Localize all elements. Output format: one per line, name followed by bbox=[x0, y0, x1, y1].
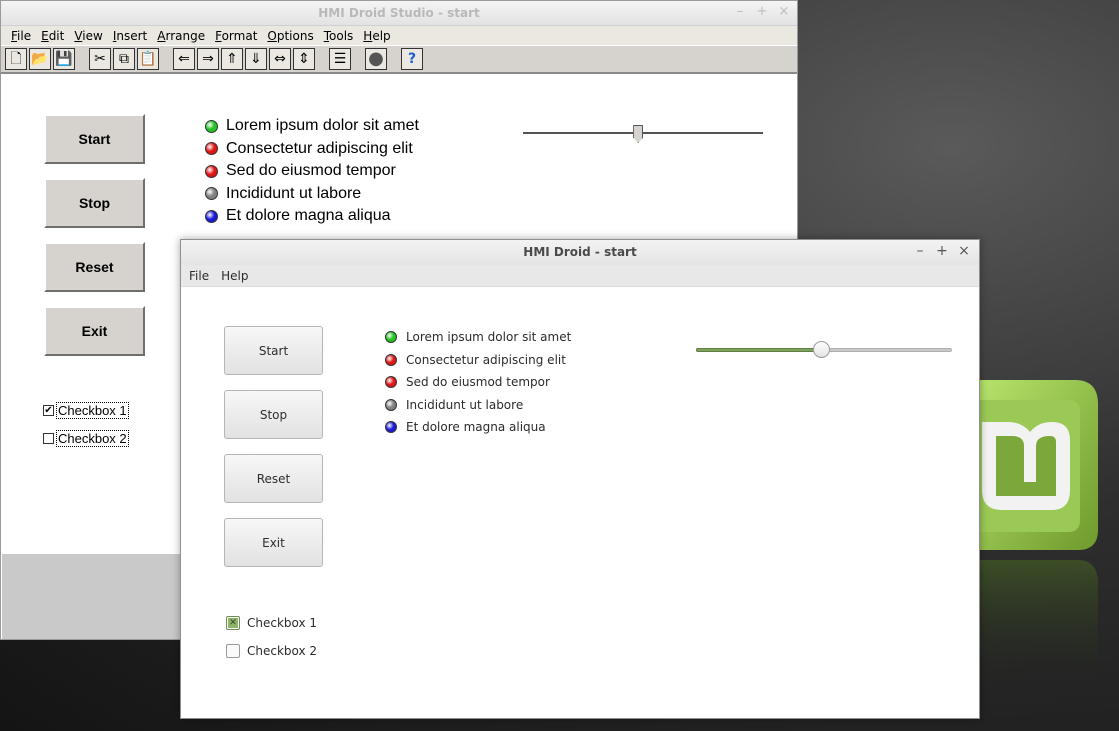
record-icon[interactable]: ● bbox=[365, 48, 387, 70]
arrow-left-icon[interactable]: ⇐ bbox=[173, 48, 195, 70]
led-row: Lorem ipsum dolor sit amet bbox=[205, 115, 419, 138]
droid-checkbox-1[interactable]: ✕ Checkbox 1 bbox=[226, 616, 317, 630]
arrow-right-icon[interactable]: ⇒ bbox=[197, 48, 219, 70]
checkbox-box[interactable] bbox=[226, 644, 240, 658]
checkbox-box[interactable]: ✔ bbox=[43, 405, 54, 416]
led-row: Et dolore magna aliqua bbox=[205, 205, 419, 228]
led-label: Lorem ipsum dolor sit amet bbox=[226, 117, 419, 135]
led-row: Sed do eiusmod tempor bbox=[205, 160, 419, 183]
led-label: Incididunt ut labore bbox=[406, 397, 524, 412]
checkbox-box[interactable]: ✕ bbox=[226, 616, 240, 630]
studio-reset-button[interactable]: Reset bbox=[44, 242, 145, 292]
studio-stop-button[interactable]: Stop bbox=[44, 178, 145, 228]
checkbox-label: Checkbox 1 bbox=[247, 616, 318, 630]
studio-checkbox-2[interactable]: Checkbox 2 bbox=[43, 430, 129, 447]
led-row: Sed do eiusmod tempor bbox=[385, 371, 571, 394]
menu-options[interactable]: Options bbox=[263, 29, 319, 43]
properties-icon[interactable]: ☰ bbox=[329, 48, 351, 70]
droid-window: HMI Droid - start – + × File Help Start … bbox=[180, 239, 980, 719]
cut-icon[interactable]: ✂ bbox=[89, 48, 111, 70]
menu-view[interactable]: View bbox=[70, 29, 108, 43]
led-row: Lorem ipsum dolor sit amet bbox=[385, 326, 571, 349]
minimize-icon[interactable]: – bbox=[733, 4, 747, 19]
slider-thumb[interactable] bbox=[633, 125, 644, 143]
led-indicator-icon bbox=[205, 209, 218, 223]
led-label: Et dolore magna aliqua bbox=[406, 420, 546, 435]
led-row: Et dolore magna aliqua bbox=[385, 416, 571, 439]
slider-fill bbox=[696, 348, 822, 352]
led-indicator-icon bbox=[385, 398, 397, 411]
led-label: Incididunt ut labore bbox=[226, 184, 362, 202]
droid-start-button[interactable]: Start bbox=[224, 326, 323, 375]
checkbox-box[interactable] bbox=[43, 433, 54, 444]
menu-arrange[interactable]: Arrange bbox=[153, 29, 211, 43]
led-row: Consectetur adipiscing elit bbox=[385, 349, 571, 372]
droid-checkbox-2[interactable]: Checkbox 2 bbox=[226, 644, 317, 658]
menu-format[interactable]: Format bbox=[211, 29, 263, 43]
droid-titlebar[interactable]: HMI Droid - start – + × bbox=[181, 240, 979, 265]
studio-exit-button[interactable]: Exit bbox=[44, 306, 145, 356]
studio-start-button[interactable]: Start bbox=[44, 114, 145, 164]
led-indicator-icon bbox=[385, 353, 397, 366]
led-label: Sed do eiusmod tempor bbox=[406, 375, 550, 390]
maximize-icon[interactable]: + bbox=[935, 243, 949, 259]
arrow-up-icon[interactable]: ⇑ bbox=[221, 48, 243, 70]
new-file-icon[interactable]: 🗋 bbox=[5, 48, 27, 70]
menu-help[interactable]: Help bbox=[359, 29, 396, 43]
arrow-down-icon[interactable]: ⇓ bbox=[245, 48, 267, 70]
led-indicator-icon bbox=[385, 331, 397, 344]
led-label: Sed do eiusmod tempor bbox=[226, 162, 396, 180]
close-icon[interactable]: × bbox=[957, 243, 971, 259]
droid-menubar: File Help bbox=[181, 265, 979, 287]
studio-menubar: File Edit View Insert Arrange Format Opt… bbox=[1, 26, 797, 45]
menu-file[interactable]: File bbox=[189, 269, 209, 283]
studio-toolbar: 🗋 📂 💾 ✂ ⧉ 📋 ⇐ ⇒ ⇑ ⇓ ⇔ ⇕ ☰ ● ? bbox=[1, 45, 797, 74]
save-icon[interactable]: 💾 bbox=[53, 48, 75, 70]
led-row: Incididunt ut labore bbox=[205, 183, 419, 206]
arrow-horizontal-icon[interactable]: ⇔ bbox=[269, 48, 291, 70]
close-icon[interactable]: × bbox=[777, 4, 791, 19]
led-indicator-icon bbox=[205, 187, 218, 201]
open-folder-icon[interactable]: 📂 bbox=[29, 48, 51, 70]
slider-thumb[interactable] bbox=[813, 341, 831, 358]
droid-reset-button[interactable]: Reset bbox=[224, 454, 323, 503]
studio-titlebar[interactable]: HMI Droid Studio - start – + × bbox=[1, 1, 797, 26]
led-label: Lorem ipsum dolor sit amet bbox=[406, 330, 572, 345]
linux-mint-logo-icon bbox=[980, 380, 1098, 700]
copy-icon[interactable]: ⧉ bbox=[113, 48, 135, 70]
led-indicator-icon bbox=[205, 164, 218, 178]
paste-icon[interactable]: 📋 bbox=[137, 48, 159, 70]
led-label: Et dolore magna aliqua bbox=[226, 207, 391, 225]
led-label: Consectetur adipiscing elit bbox=[406, 352, 566, 367]
droid-exit-button[interactable]: Exit bbox=[224, 518, 323, 567]
studio-window-title: HMI Droid Studio - start bbox=[318, 6, 480, 20]
checkbox-label: Checkbox 2 bbox=[56, 430, 129, 447]
droid-stop-button[interactable]: Stop bbox=[224, 390, 323, 439]
menu-edit[interactable]: Edit bbox=[37, 29, 70, 43]
studio-checkbox-1[interactable]: ✔ Checkbox 1 bbox=[43, 402, 129, 419]
menu-tools[interactable]: Tools bbox=[320, 29, 360, 43]
droid-window-title: HMI Droid - start bbox=[523, 245, 637, 259]
maximize-icon[interactable]: + bbox=[755, 4, 769, 19]
minimize-icon[interactable]: – bbox=[913, 243, 927, 259]
led-indicator-icon bbox=[385, 376, 397, 389]
menu-file[interactable]: File bbox=[7, 29, 37, 43]
arrow-vertical-icon[interactable]: ⇕ bbox=[293, 48, 315, 70]
led-label: Consectetur adipiscing elit bbox=[226, 139, 413, 157]
led-indicator-icon bbox=[385, 421, 397, 434]
studio-slider[interactable] bbox=[523, 121, 763, 147]
checkbox-label: Checkbox 2 bbox=[247, 644, 318, 658]
droid-led-list: Lorem ipsum dolor sit amet Consectetur a… bbox=[385, 326, 571, 439]
led-indicator-icon bbox=[205, 119, 218, 133]
led-indicator-icon bbox=[205, 142, 218, 156]
led-row: Consectetur adipiscing elit bbox=[205, 138, 419, 161]
droid-slider[interactable] bbox=[696, 340, 952, 360]
studio-led-list: Lorem ipsum dolor sit amet Consectetur a… bbox=[205, 115, 419, 228]
checkbox-check-icon: ✕ bbox=[228, 618, 238, 628]
checkbox-label: Checkbox 1 bbox=[56, 402, 129, 419]
help-icon[interactable]: ? bbox=[401, 48, 423, 70]
menu-insert[interactable]: Insert bbox=[109, 29, 153, 43]
led-row: Incididunt ut labore bbox=[385, 394, 571, 417]
menu-help[interactable]: Help bbox=[221, 269, 248, 283]
